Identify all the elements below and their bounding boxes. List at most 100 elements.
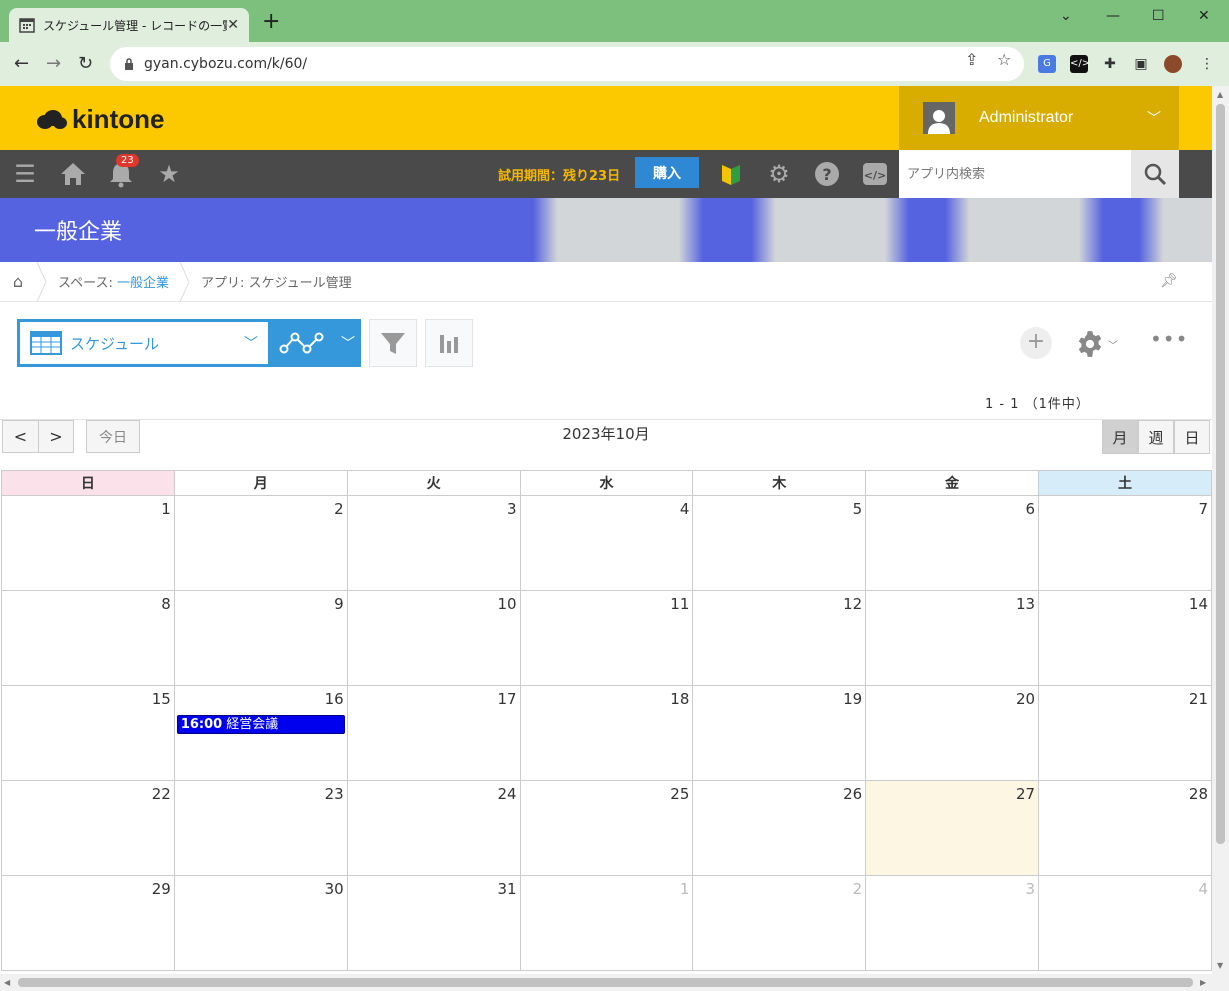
graph-button[interactable]: [425, 319, 473, 367]
code-icon[interactable]: </>: [861, 160, 889, 188]
profile-avatar[interactable]: [1164, 55, 1182, 73]
breadcrumb-space: スペース: 一般企業: [48, 272, 179, 291]
calendar-day-cell[interactable]: 17: [346, 685, 521, 781]
gear-icon: [1078, 331, 1102, 357]
calendar-title: 2023年10月: [562, 425, 650, 443]
scroll-down-arrow-icon[interactable]: ▼: [1217, 961, 1223, 970]
browser-menu-icon[interactable]: ⋮: [1198, 55, 1216, 73]
calendar-mode-day[interactable]: 日: [1174, 420, 1210, 454]
help-icon[interactable]: ?: [813, 160, 841, 188]
calendar-day-cell[interactable]: 16 16:00 経営会議: [173, 685, 348, 781]
calendar-day-cell[interactable]: 22: [1, 780, 175, 876]
calendar-day-cell[interactable]: 27: [865, 780, 1040, 876]
extensions-puzzle-icon[interactable]: ✚: [1101, 55, 1119, 73]
calendar-day-cell[interactable]: 24: [346, 780, 521, 876]
filter-button[interactable]: [369, 319, 417, 367]
new-tab-button[interactable]: +: [262, 11, 280, 33]
extension-translate-icon[interactable]: G: [1038, 55, 1056, 73]
calendar-day-cell[interactable]: 12: [692, 590, 867, 686]
calendar-mode-week[interactable]: 週: [1138, 420, 1174, 454]
calendar-day-cell[interactable]: 1: [519, 875, 694, 971]
calendar-day-cell[interactable]: 11: [519, 590, 694, 686]
calendar-day-cell[interactable]: 3: [865, 875, 1040, 971]
calendar-day-cell[interactable]: 15: [1, 685, 175, 781]
side-panel-icon[interactable]: ▣: [1132, 55, 1150, 73]
calendar-day-cell[interactable]: 29: [1, 875, 175, 971]
more-options-icon[interactable]: •••: [1150, 327, 1188, 351]
calendar-day-cell[interactable]: 21: [1038, 685, 1212, 781]
calendar-day-cell[interactable]: 31: [346, 875, 521, 971]
calendar-day-cell[interactable]: 3: [346, 495, 521, 591]
reload-icon[interactable]: ↻: [78, 54, 93, 74]
graph-selector-button[interactable]: ﹀: [269, 319, 361, 367]
calendar-day-cell[interactable]: 10: [346, 590, 521, 686]
day-number: 25: [670, 785, 690, 803]
vertical-scrollbar[interactable]: ▲ ▼: [1212, 86, 1229, 974]
space-banner: 一般企業: [0, 198, 1212, 262]
maximize-button[interactable]: ☐: [1152, 8, 1165, 24]
app-search-input[interactable]: [907, 166, 1131, 182]
calendar-day-cell[interactable]: 1: [1, 495, 175, 591]
calendar-day-cell[interactable]: 26: [692, 780, 867, 876]
horizontal-scroll-thumb[interactable]: [18, 978, 1193, 987]
bookmark-star-icon[interactable]: ☆: [997, 50, 1011, 69]
day-number: 17: [497, 690, 517, 708]
calendar-week-row: 15 16 16:00 経営会議 17 18 19 20 21: [1, 685, 1212, 781]
home-icon[interactable]: [59, 160, 87, 188]
calendar-day-cell[interactable]: 20: [865, 685, 1040, 781]
settings-gear-icon[interactable]: ⚙: [765, 160, 793, 188]
calendar-event[interactable]: 16:00 経営会議: [176, 715, 345, 734]
calendar-day-cell[interactable]: 2: [173, 495, 348, 591]
add-record-button[interactable]: +: [1020, 327, 1052, 359]
day-number: 4: [679, 500, 690, 518]
favorites-star-icon[interactable]: ★: [155, 160, 183, 188]
kintone-header: kintone Administrator ﹀: [0, 86, 1212, 150]
app-settings-button[interactable]: ﹀: [1076, 330, 1118, 358]
calendar-day-cell[interactable]: 28: [1038, 780, 1212, 876]
calendar-day-cell[interactable]: 25: [519, 780, 694, 876]
calendar-week-row: 29 30 31 1 2 3 4: [1, 875, 1212, 971]
user-menu[interactable]: Administrator ﹀: [899, 86, 1179, 150]
calendar-day-cell[interactable]: 18: [519, 685, 694, 781]
calendar-day-cell[interactable]: 4: [1038, 875, 1212, 971]
back-arrow-icon[interactable]: ←: [14, 54, 29, 74]
pin-icon[interactable]: 📌︎: [1160, 273, 1178, 289]
share-icon[interactable]: ⇪: [965, 50, 978, 69]
calendar-day-cell[interactable]: 6: [865, 495, 1040, 591]
browser-tab[interactable]: スケジュール管理 - レコードの一覧 ✕: [9, 8, 249, 42]
scroll-right-arrow-icon[interactable]: ▶: [1200, 978, 1206, 987]
kintone-logo[interactable]: kintone: [36, 104, 164, 135]
breadcrumb-separator: [36, 261, 47, 302]
horizontal-scrollbar[interactable]: ◀ ▶: [0, 974, 1229, 991]
extension-code-icon[interactable]: </>: [1070, 55, 1090, 73]
breadcrumb-space-link[interactable]: 一般企業: [117, 276, 169, 291]
forward-arrow-icon[interactable]: →: [46, 54, 61, 74]
minimize-button[interactable]: —: [1106, 8, 1120, 24]
breadcrumb-home-icon[interactable]: ⌂: [0, 272, 36, 291]
calendar-day-cell[interactable]: 19: [692, 685, 867, 781]
calendar-day-cell[interactable]: 23: [173, 780, 348, 876]
beginner-mark-icon[interactable]: [717, 160, 745, 188]
tab-close-icon[interactable]: ✕: [227, 17, 239, 33]
calendar-day-cell[interactable]: 8: [1, 590, 175, 686]
calendar-week-row: 22 23 24 25 26 27 28: [1, 780, 1212, 876]
scroll-left-arrow-icon[interactable]: ◀: [4, 978, 10, 987]
calendar-day-cell[interactable]: 14: [1038, 590, 1212, 686]
buy-button[interactable]: 購入: [635, 157, 699, 188]
calendar-day-cell[interactable]: 5: [692, 495, 867, 591]
calendar-day-cell[interactable]: 4: [519, 495, 694, 591]
close-window-button[interactable]: ✕: [1198, 8, 1210, 24]
calendar-day-cell[interactable]: 2: [692, 875, 867, 971]
scroll-up-arrow-icon[interactable]: ▲: [1217, 90, 1223, 99]
address-bar[interactable]: gyan.cybozu.com/k/60/: [110, 47, 1024, 81]
calendar-day-cell[interactable]: 7: [1038, 495, 1212, 591]
vertical-scroll-thumb[interactable]: [1216, 104, 1225, 844]
calendar-mode-month[interactable]: 月: [1102, 420, 1138, 454]
calendar-day-cell[interactable]: 30: [173, 875, 348, 971]
hamburger-menu-icon[interactable]: ☰: [11, 160, 39, 188]
search-button[interactable]: [1131, 150, 1179, 198]
view-selector[interactable]: スケジュール ﹀: [17, 319, 269, 367]
calendar-day-cell[interactable]: 13: [865, 590, 1040, 686]
calendar-day-cell[interactable]: 9: [173, 590, 348, 686]
tab-list-icon[interactable]: ⌄: [1060, 8, 1072, 24]
